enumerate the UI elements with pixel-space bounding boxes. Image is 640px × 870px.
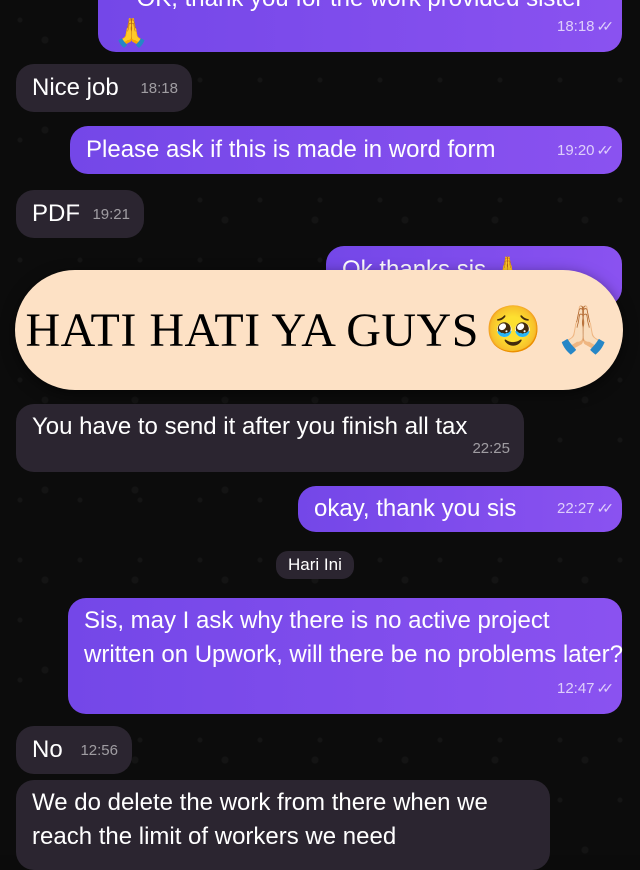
message-text: Please ask if this is made in word form bbox=[86, 136, 496, 163]
message-incoming[interactable]: You have to send it after you finish all… bbox=[16, 404, 524, 472]
date-separator: Hari Ini bbox=[276, 551, 354, 579]
message-text: Nice job bbox=[32, 74, 119, 101]
banner-emoji: 🥹 🙏🏻 bbox=[484, 304, 613, 355]
message-text: PDF bbox=[32, 200, 80, 227]
read-ticks-icon: ✓✓ bbox=[596, 142, 615, 158]
message-time: 12:56 bbox=[80, 742, 118, 759]
message-text: No bbox=[32, 736, 63, 763]
message-text: You have to send it after you finish all… bbox=[32, 413, 468, 440]
message-time: 18:18 bbox=[556, 18, 595, 35]
read-ticks-icon: ✓✓ bbox=[596, 680, 615, 696]
message-time: 22:25 bbox=[472, 440, 510, 457]
message-incoming[interactable]: Nice job 18:18 bbox=[16, 64, 192, 112]
message-outgoing[interactable]: Sis, may I ask why there is no active pr… bbox=[68, 598, 623, 714]
message-time: 19:21 bbox=[92, 206, 130, 223]
message-outgoing[interactable]: okay, thank you sis 22:27 ✓✓ bbox=[298, 486, 622, 532]
message-incoming[interactable]: PDF 19:21 bbox=[16, 190, 144, 238]
message-text: We do delete the work from there when we… bbox=[32, 789, 488, 850]
message-text: okay, thank you sis bbox=[314, 495, 517, 522]
pray-emoji: 🙏 bbox=[114, 17, 149, 48]
message-time: 18:18 bbox=[140, 80, 178, 97]
caption-banner: HATI HATI YA GUYS 🥹 🙏🏻 bbox=[15, 270, 623, 390]
message-time: 19:20 bbox=[556, 142, 595, 159]
message-time: 22:27 bbox=[556, 500, 595, 517]
banner-text: HATI HATI YA GUYS bbox=[25, 303, 479, 357]
read-ticks-icon: ✓✓ bbox=[596, 18, 615, 34]
message-outgoing[interactable]: Please ask if this is made in word form … bbox=[70, 126, 622, 174]
message-time: 12:47 bbox=[556, 680, 595, 697]
message-outgoing[interactable]: OK, thank you for the work provided sist… bbox=[98, 0, 622, 52]
read-ticks-icon: ✓✓ bbox=[596, 500, 615, 516]
message-incoming[interactable]: We do delete the work from there when we… bbox=[16, 780, 550, 870]
message-text: OK, thank you for the work provided sist… bbox=[114, 0, 606, 16]
message-text: Sis, may I ask why there is no active pr… bbox=[84, 607, 623, 668]
message-incoming[interactable]: No 12:56 bbox=[16, 726, 132, 774]
